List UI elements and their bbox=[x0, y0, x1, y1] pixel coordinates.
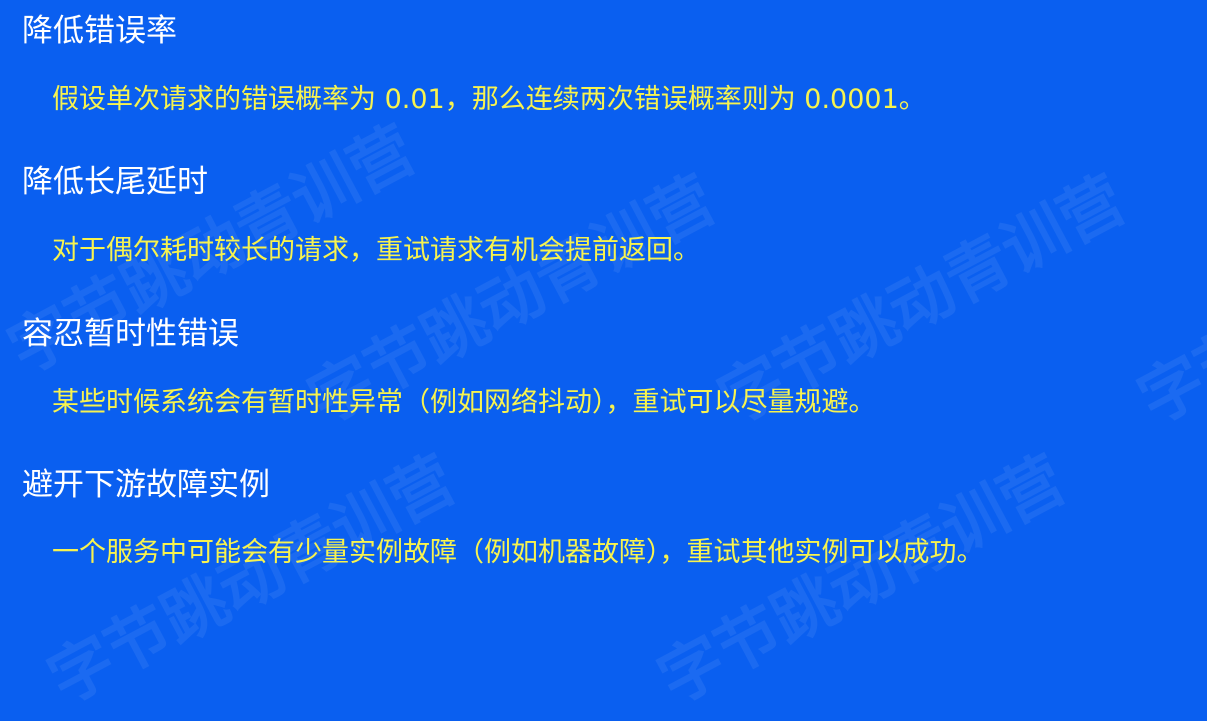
section-heading: 降低长尾延时 bbox=[22, 164, 208, 200]
watermark-text: 字节跳动青训营 bbox=[1127, 162, 1207, 439]
section-body: 一个服务中可能会有少量实例故障（例如机器故障），重试其他实例可以成功。 bbox=[52, 537, 984, 568]
section-body: 某些时候系统会有暂时性异常（例如网络抖动），重试可以尽量规避。 bbox=[52, 387, 876, 418]
section-heading: 降低错误率 bbox=[22, 13, 177, 49]
section-body: 对于偶尔耗时较长的请求，重试请求有机会提前返回。 bbox=[52, 235, 700, 266]
section-heading: 避开下游故障实例 bbox=[22, 467, 270, 503]
section-heading: 容忍暂时性错误 bbox=[22, 316, 239, 352]
watermark-text: 字节跳动青训营 bbox=[647, 442, 1078, 719]
section-body: 假设单次请求的错误概率为 0.01，那么连续两次错误概率则为 0.0001。 bbox=[52, 84, 926, 115]
